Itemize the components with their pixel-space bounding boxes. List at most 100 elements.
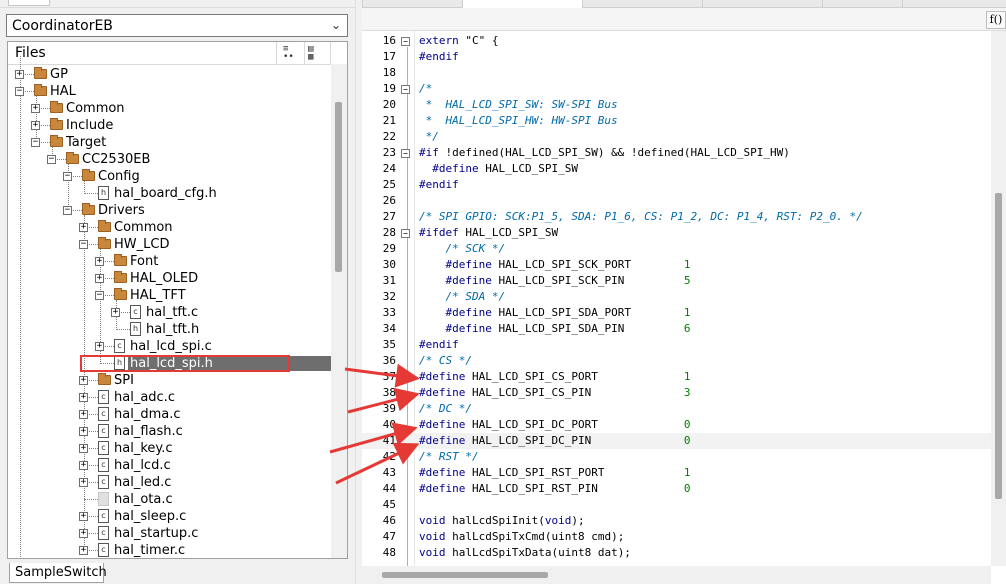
- expand-icon[interactable]: +: [79, 393, 88, 402]
- tree-folder[interactable]: + HAL_OLED: [8, 270, 334, 287]
- expand-icon[interactable]: +: [79, 478, 88, 487]
- tree-file[interactable]: + c hal_key.c: [8, 440, 334, 457]
- collapse-icon[interactable]: −: [95, 291, 104, 300]
- code-line[interactable]: 45: [362, 497, 991, 513]
- code-line[interactable]: 18: [362, 65, 991, 81]
- expand-icon[interactable]: +: [79, 223, 88, 232]
- code-line[interactable]: 17 #endif: [362, 49, 991, 65]
- expand-icon[interactable]: +: [95, 342, 104, 351]
- expand-icon[interactable]: +: [15, 70, 24, 79]
- collapse-icon[interactable]: −: [47, 155, 56, 164]
- tree-folder[interactable]: + SPI: [8, 372, 334, 389]
- editor-tab[interactable]: [822, 0, 902, 7]
- code-line[interactable]: 37 #define HAL_LCD_SPI_CS_PORT 1: [362, 369, 991, 385]
- tree-folder[interactable]: − HW_LCD: [8, 236, 334, 253]
- configuration-select[interactable]: CoordinatorEB ⌄: [6, 14, 348, 37]
- fold-toggle-icon[interactable]: −: [401, 229, 410, 238]
- collapse-icon[interactable]: −: [63, 172, 72, 181]
- code-line[interactable]: 43 #define HAL_LCD_SPI_RST_PORT 1: [362, 465, 991, 481]
- tree-file[interactable]: h hal_tft.h: [8, 321, 334, 338]
- tree-folder[interactable]: − HAL_TFT: [8, 287, 334, 304]
- code-line[interactable]: 33 #define HAL_LCD_SPI_SDA_PORT 1: [362, 305, 991, 321]
- chevron-down-icon[interactable]: ⌄: [331, 18, 341, 32]
- code-line[interactable]: 30 #define HAL_LCD_SPI_SCK_PORT 1: [362, 257, 991, 273]
- tree-folder[interactable]: + GP: [8, 66, 334, 83]
- code-line[interactable]: 21 * HAL_LCD_SPI_HW: HW-SPI Bus: [362, 113, 991, 129]
- workspace-tab[interactable]: [8, 0, 50, 6]
- code-line[interactable]: 22 */: [362, 129, 991, 145]
- code-line[interactable]: 25 #endif: [362, 177, 991, 193]
- tree-file[interactable]: hal_ota.c: [8, 491, 334, 508]
- code-line[interactable]: 36 /* CS */: [362, 353, 991, 369]
- expand-icon[interactable]: +: [79, 546, 88, 555]
- tree-file[interactable]: + c hal_dma.c: [8, 406, 334, 423]
- code-line[interactable]: 38 #define HAL_LCD_SPI_CS_PIN 3: [362, 385, 991, 401]
- code-line[interactable]: 27 /* SPI GPIO: SCK:P1_5, SDA: P1_6, CS: …: [362, 209, 991, 225]
- code-line[interactable]: 28− #ifdef HAL_LCD_SPI_SW: [362, 225, 991, 241]
- code-line[interactable]: 24 #define HAL_LCD_SPI_SW: [362, 161, 991, 177]
- code-line[interactable]: 20 * HAL_LCD_SPI_SW: SW-SPI Bus: [362, 97, 991, 113]
- expand-icon[interactable]: +: [95, 274, 104, 283]
- tree-file[interactable]: + c hal_led.c: [8, 474, 334, 491]
- code-line[interactable]: 39 /* DC */: [362, 401, 991, 417]
- code-line[interactable]: 48 void halLcdSpiTxData(uint8 dat);: [362, 545, 991, 561]
- code-line[interactable]: 40 #define HAL_LCD_SPI_DC_PORT 0: [362, 417, 991, 433]
- code-text-area[interactable]: 16− extern "C" {17 #endif 18 19−/* 20 * HAL_L…: [362, 31, 991, 566]
- fold-toggle-icon[interactable]: −: [401, 37, 410, 46]
- code-line[interactable]: 23− #if !defined(HAL_LCD_SPI_SW) && !defi…: [362, 145, 991, 161]
- workspace-bottom-tab[interactable]: SampleSwitch: [9, 563, 107, 583]
- editor-tab[interactable]: [362, 0, 462, 7]
- tree-file[interactable]: h hal_board_cfg.h: [8, 185, 334, 202]
- fold-toggle-icon[interactable]: −: [401, 85, 410, 94]
- tree-folder[interactable]: + Font: [8, 253, 334, 270]
- tree-folder[interactable]: − HAL: [8, 83, 334, 100]
- tree-file[interactable]: + c hal_lcd_spi.c: [8, 338, 334, 355]
- tree-file[interactable]: + c hal_flash.c: [8, 423, 334, 440]
- code-line[interactable]: 19−/*: [362, 81, 991, 97]
- scrollbar-thumb[interactable]: [382, 572, 548, 578]
- tree-folder[interactable]: − Target: [8, 134, 334, 151]
- collapse-icon[interactable]: −: [31, 138, 40, 147]
- code-line[interactable]: 26: [362, 193, 991, 209]
- editor-horizontal-scrollbar[interactable]: [362, 566, 991, 584]
- tree-folder[interactable]: − Drivers: [8, 202, 334, 219]
- tree-folder[interactable]: − CC2530EB: [8, 151, 334, 168]
- expand-icon[interactable]: +: [31, 104, 40, 113]
- code-line[interactable]: 31 #define HAL_LCD_SPI_SCK_PIN 5: [362, 273, 991, 289]
- tree-folder[interactable]: + Include: [8, 117, 334, 134]
- tree-file[interactable]: + c hal_lcd.c: [8, 457, 334, 474]
- panel-splitter[interactable]: [355, 0, 362, 584]
- editor-tab[interactable]: [702, 0, 822, 7]
- collapse-icon[interactable]: −: [15, 87, 24, 96]
- expand-icon[interactable]: +: [31, 121, 40, 130]
- expand-icon[interactable]: +: [95, 257, 104, 266]
- expand-icon[interactable]: +: [79, 461, 88, 470]
- build-icon[interactable]: ▤ ▦: [308, 45, 324, 62]
- tree-file[interactable]: + c hal_startup.c: [8, 525, 334, 542]
- code-line[interactable]: 32 /* SDA */: [362, 289, 991, 305]
- expand-icon[interactable]: +: [79, 444, 88, 453]
- code-line[interactable]: 44 #define HAL_LCD_SPI_RST_PIN 0: [362, 481, 991, 497]
- expand-icon[interactable]: +: [79, 410, 88, 419]
- scrollbar-thumb[interactable]: [995, 193, 1002, 499]
- code-line[interactable]: 35 #endif: [362, 337, 991, 353]
- code-line[interactable]: 34 #define HAL_LCD_SPI_SDA_PIN 6: [362, 321, 991, 337]
- expand-icon[interactable]: +: [79, 529, 88, 538]
- code-line[interactable]: 29 /* SCK */: [362, 241, 991, 257]
- expand-icon[interactable]: +: [79, 376, 88, 385]
- expand-icon[interactable]: +: [79, 512, 88, 521]
- collapse-icon[interactable]: −: [79, 240, 88, 249]
- editor-vertical-scrollbar[interactable]: [991, 31, 1006, 566]
- options-icon[interactable]: ≡ ••: [283, 45, 299, 62]
- tree-file[interactable]: + c hal_timer.c: [8, 542, 334, 558]
- tree-scrollbar[interactable]: [331, 64, 347, 558]
- code-line[interactable]: 42 /* RST */: [362, 449, 991, 465]
- tree-folder[interactable]: + Common: [8, 100, 334, 117]
- code-line[interactable]: 46 void halLcdSpiInit(void);: [362, 513, 991, 529]
- tree-folder[interactable]: − Config: [8, 168, 334, 185]
- expand-icon[interactable]: +: [111, 308, 120, 317]
- tree-folder[interactable]: + Common: [8, 219, 334, 236]
- scrollbar-thumb[interactable]: [335, 102, 342, 272]
- tree-file[interactable]: + c hal_sleep.c: [8, 508, 334, 525]
- code-line[interactable]: 16− extern "C" {: [362, 33, 991, 49]
